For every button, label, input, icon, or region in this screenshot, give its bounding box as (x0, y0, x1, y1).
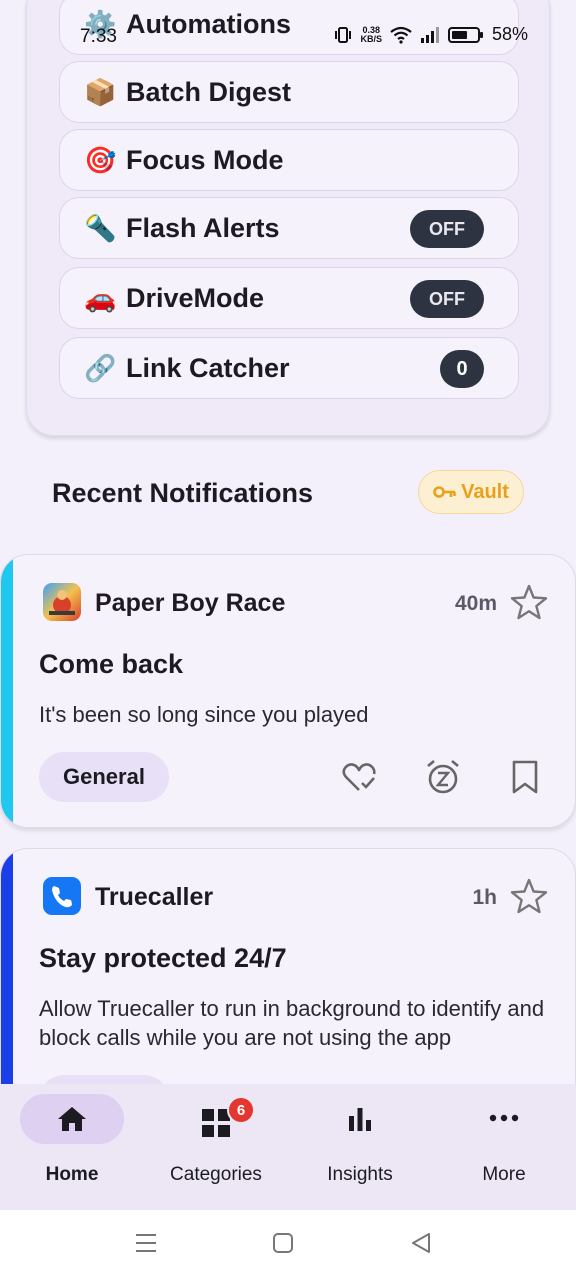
notification-body: It's been so long since you played (39, 702, 369, 727)
bar-chart-icon (349, 1108, 371, 1131)
nav-home[interactable]: Home (0, 1094, 144, 1204)
status-time: 7:33 (80, 26, 117, 47)
nav-label: Categories (170, 1164, 262, 1185)
feature-label: Focus Mode (126, 144, 284, 175)
wifi-icon (390, 26, 412, 44)
feature-label: Link Catcher (126, 352, 290, 383)
home-icon (58, 1107, 86, 1131)
menu-icon[interactable] (134, 1232, 158, 1254)
nav-label: Home (45, 1164, 99, 1185)
key-icon (433, 486, 456, 498)
link-icon: 🔗 (84, 353, 117, 383)
feature-label: DriveMode (126, 282, 265, 313)
feature-focus-mode[interactable]: 🎯 Focus Mode (59, 129, 519, 191)
feature-label: Flash Alerts (126, 212, 280, 243)
flashlight-icon: 🔦 (84, 213, 117, 243)
nav-more[interactable]: More (432, 1094, 576, 1204)
feature-label: Batch Digest (126, 76, 292, 107)
status-icons: 0.38 KB/S 58% (334, 24, 528, 45)
package-icon: 📦 (84, 77, 117, 107)
drivemode-toggle[interactable]: OFF (410, 280, 484, 318)
battery-icon (447, 26, 483, 43)
flash-alerts-toggle[interactable]: OFF (410, 210, 484, 248)
system-navigation-bar (0, 1210, 576, 1280)
star-icon[interactable] (509, 583, 549, 621)
vault-button[interactable]: Vault (418, 470, 524, 514)
network-speed: 0.38 KB/S (360, 25, 382, 44)
feature-link-catcher[interactable]: 🔗 Link Catcher 0 (59, 337, 519, 399)
card-accent-bar (1, 555, 13, 827)
notification-body: Allow Truecaller to run in background to… (39, 996, 545, 1050)
nav-categories[interactable]: 6 Categories (144, 1094, 288, 1204)
nav-label: More (482, 1164, 526, 1185)
notification-title: Stay protected 24/7 (39, 943, 287, 973)
recent-notifications-title: Recent Notifications (52, 478, 314, 508)
bookmark-icon[interactable] (511, 760, 539, 794)
star-icon[interactable] (509, 877, 549, 915)
notification-card[interactable]: Paper Boy Race 40m Come back It's been s… (0, 554, 576, 828)
category-chip[interactable]: General (39, 752, 169, 802)
notification-time: 1h (472, 886, 497, 909)
notification-title: Come back (39, 649, 184, 679)
nav-insights[interactable]: Insights (288, 1094, 432, 1204)
network-speed-unit: KB/S (360, 33, 382, 44)
home-square-icon[interactable] (272, 1232, 294, 1254)
status-bar: 7:33 0.38 KB/S 58% (0, 0, 576, 72)
app-name: Truecaller (95, 883, 214, 911)
app-name: Paper Boy Race (95, 589, 286, 617)
nav-label: Insights (327, 1164, 393, 1185)
notification-time: 40m (454, 592, 497, 615)
back-icon[interactable] (410, 1232, 432, 1254)
categories-badge: 6 (227, 1096, 255, 1124)
battery-percent: 58% (491, 24, 528, 44)
feature-flash-alerts[interactable]: 🔦 Flash Alerts OFF (59, 197, 519, 259)
paper-boy-race-app-icon (43, 583, 81, 621)
heart-check-icon[interactable] (341, 762, 377, 794)
truecaller-app-icon (43, 877, 81, 915)
feature-drivemode[interactable]: 🚗 DriveMode OFF (59, 267, 519, 329)
snooze-icon[interactable] (425, 759, 461, 795)
more-icon (489, 1114, 519, 1122)
car-icon: 🚗 (84, 283, 117, 313)
vibrate-icon (335, 26, 352, 43)
signal-icon (420, 26, 439, 43)
target-icon: 🎯 (84, 145, 117, 175)
link-catcher-count-badge: 0 (440, 350, 484, 388)
bottom-navigation: Home 6 Categories Insights More (0, 1084, 576, 1210)
vault-label: Vault (461, 480, 509, 503)
